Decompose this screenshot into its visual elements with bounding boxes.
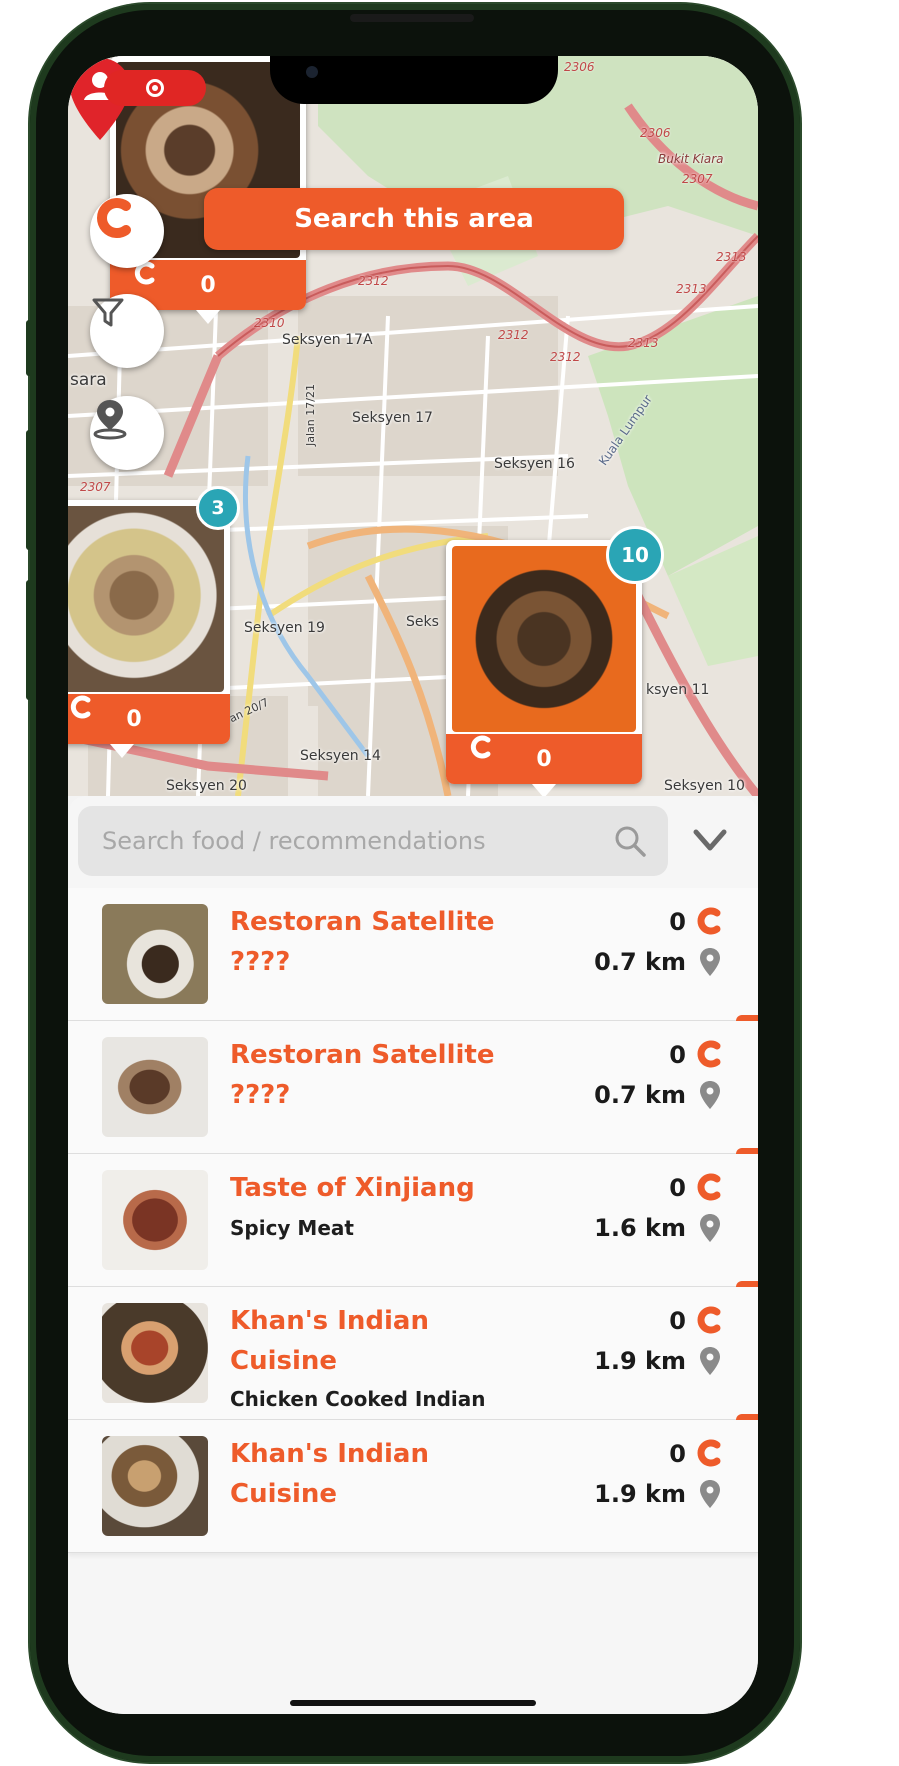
map-marker-cluster[interactable]: 0	[446, 540, 642, 796]
restaurant-score: 0	[669, 1041, 686, 1069]
chevron-down-icon[interactable]	[690, 822, 730, 858]
record-button[interactable]	[104, 70, 206, 106]
marker-pointer	[532, 784, 556, 796]
location-icon	[93, 400, 127, 440]
marker-pointer	[110, 744, 134, 758]
map-label-bukit-kiara: Bukit Kiara	[658, 152, 724, 166]
map-label-seksyen-16: Seksyen 16	[494, 456, 575, 472]
filter-icon	[92, 298, 124, 327]
food-thumbnail	[102, 904, 208, 1004]
search-this-area-button[interactable]: Search this area	[204, 188, 624, 250]
cluster-count-badge: 10	[606, 526, 664, 584]
food-thumbnail	[102, 1436, 208, 1536]
search-icon[interactable]	[612, 823, 648, 859]
road-number: 2312	[550, 350, 581, 364]
map-label-seksyen-17a: Seksyen 17A	[282, 332, 373, 348]
map-marker-cluster[interactable]: 0	[68, 500, 230, 758]
brand-c-icon	[697, 907, 721, 935]
map-label-seksyen-11: ksyen 11	[646, 682, 710, 698]
map-label-seksyen-19: Seksyen 19	[244, 620, 325, 636]
list-item[interactable]: Khan's Indian Cuisine Chicken Cooked Ind…	[68, 1287, 758, 1420]
restaurant-name: Taste of Xinjiang	[230, 1173, 475, 1203]
earpiece-speaker	[350, 14, 474, 22]
food-thumbnail	[102, 1037, 208, 1137]
map-label-jalan-17-21: Jalan 17/21	[304, 384, 317, 446]
restaurant-list: Restoran Satellite ???? 0 0.7 km Restora…	[68, 888, 758, 1553]
food-search-bar	[78, 806, 668, 876]
side-button-power	[794, 470, 800, 660]
list-item[interactable]: Restoran Satellite ???? 0 0.7 km	[68, 1021, 758, 1154]
dish-name: Chicken Cooked Indian	[230, 1387, 486, 1411]
map-label-sara: sara	[70, 370, 107, 390]
road-number: 2306	[564, 60, 595, 74]
food-thumbnail	[102, 1303, 208, 1403]
food-search-input[interactable]	[100, 826, 612, 856]
road-number: 2310	[254, 316, 285, 330]
brand-c-icon	[697, 1439, 721, 1467]
brand-c-icon	[97, 198, 131, 238]
food-thumbnail	[102, 1170, 208, 1270]
side-button-volume-up	[26, 430, 32, 550]
road-number: 2306	[640, 126, 671, 140]
marker-score: 0	[200, 272, 216, 298]
restaurant-score: 0	[669, 908, 686, 936]
restaurant-distance: 0.7 km	[594, 1081, 686, 1109]
record-icon	[146, 79, 164, 97]
marker-score-bar: 0	[68, 694, 230, 744]
road-number: 2307	[682, 172, 713, 186]
map-pin-icon	[700, 1347, 720, 1375]
restaurant-score: 0	[669, 1440, 686, 1468]
map-pin-icon	[700, 1480, 720, 1508]
results-sheet: Restoran Satellite ???? 0 0.7 km Restora…	[68, 796, 758, 1714]
restaurant-distance: 1.9 km	[594, 1347, 686, 1375]
restaurant-score: 0	[669, 1174, 686, 1202]
home-indicator[interactable]	[290, 1700, 536, 1706]
side-button-silent	[26, 320, 32, 376]
list-item[interactable]: Khan's Indian Cuisine 0 1.9 km	[68, 1420, 758, 1553]
marker-score-bar: 0	[446, 734, 642, 784]
road-number: 2312	[498, 328, 529, 342]
marker-pointer	[196, 310, 220, 324]
restaurant-distance: 1.6 km	[594, 1214, 686, 1242]
marker-score: 0	[126, 706, 142, 732]
map-view[interactable]: Seksyen 17A Seksyen 17 Seksyen 16 Seksye…	[68, 56, 758, 796]
filter-button[interactable]	[90, 294, 164, 368]
brand-home-button[interactable]	[90, 194, 164, 268]
marker-score: 0	[536, 746, 552, 772]
map-pin-icon	[700, 948, 720, 976]
map-label-seksyen-17: Seksyen 17	[352, 410, 433, 426]
my-location-button[interactable]	[90, 396, 164, 470]
restaurant-name: Restoran Satellite ????	[230, 1040, 495, 1110]
road-number: 2313	[716, 250, 747, 264]
restaurant-name: Khan's Indian Cuisine	[230, 1306, 429, 1376]
restaurant-score: 0	[669, 1307, 686, 1335]
restaurant-name: Khan's Indian Cuisine	[230, 1439, 429, 1509]
road-number: 2313	[628, 336, 659, 350]
map-pin-icon	[700, 1214, 720, 1242]
phone-notch	[270, 56, 558, 104]
side-button-volume-down	[26, 580, 32, 700]
map-label-seksyen-14: Seksyen 14	[300, 748, 381, 764]
road-number: 2313	[676, 282, 707, 296]
road-number: 2312	[358, 274, 389, 288]
restaurant-distance: 1.9 km	[594, 1480, 686, 1508]
list-item[interactable]: Taste of Xinjiang Spicy Meat 0 1.6 km	[68, 1154, 758, 1287]
map-label-seksyen-10: Seksyen 10	[664, 778, 745, 794]
brand-c-icon	[697, 1173, 721, 1201]
map-label-seksyen-20: Seksyen 20	[166, 778, 247, 794]
marker-food-photo	[68, 506, 224, 692]
cluster-count-badge: 3	[196, 486, 240, 530]
list-item[interactable]: Restoran Satellite ???? 0 0.7 km	[68, 888, 758, 1021]
road-number: 2307	[80, 480, 111, 494]
map-label-seks: Seks	[406, 614, 439, 630]
dish-name: Spicy Meat	[230, 1216, 354, 1240]
restaurant-distance: 0.7 km	[594, 948, 686, 976]
marker-food-photo	[452, 546, 636, 732]
brand-c-icon	[697, 1040, 721, 1068]
app-screen: Seksyen 17A Seksyen 17 Seksyen 16 Seksye…	[68, 56, 758, 1714]
front-camera	[306, 66, 318, 78]
restaurant-name: Restoran Satellite ????	[230, 907, 495, 977]
brand-c-icon	[697, 1306, 721, 1334]
map-pin-icon	[700, 1081, 720, 1109]
